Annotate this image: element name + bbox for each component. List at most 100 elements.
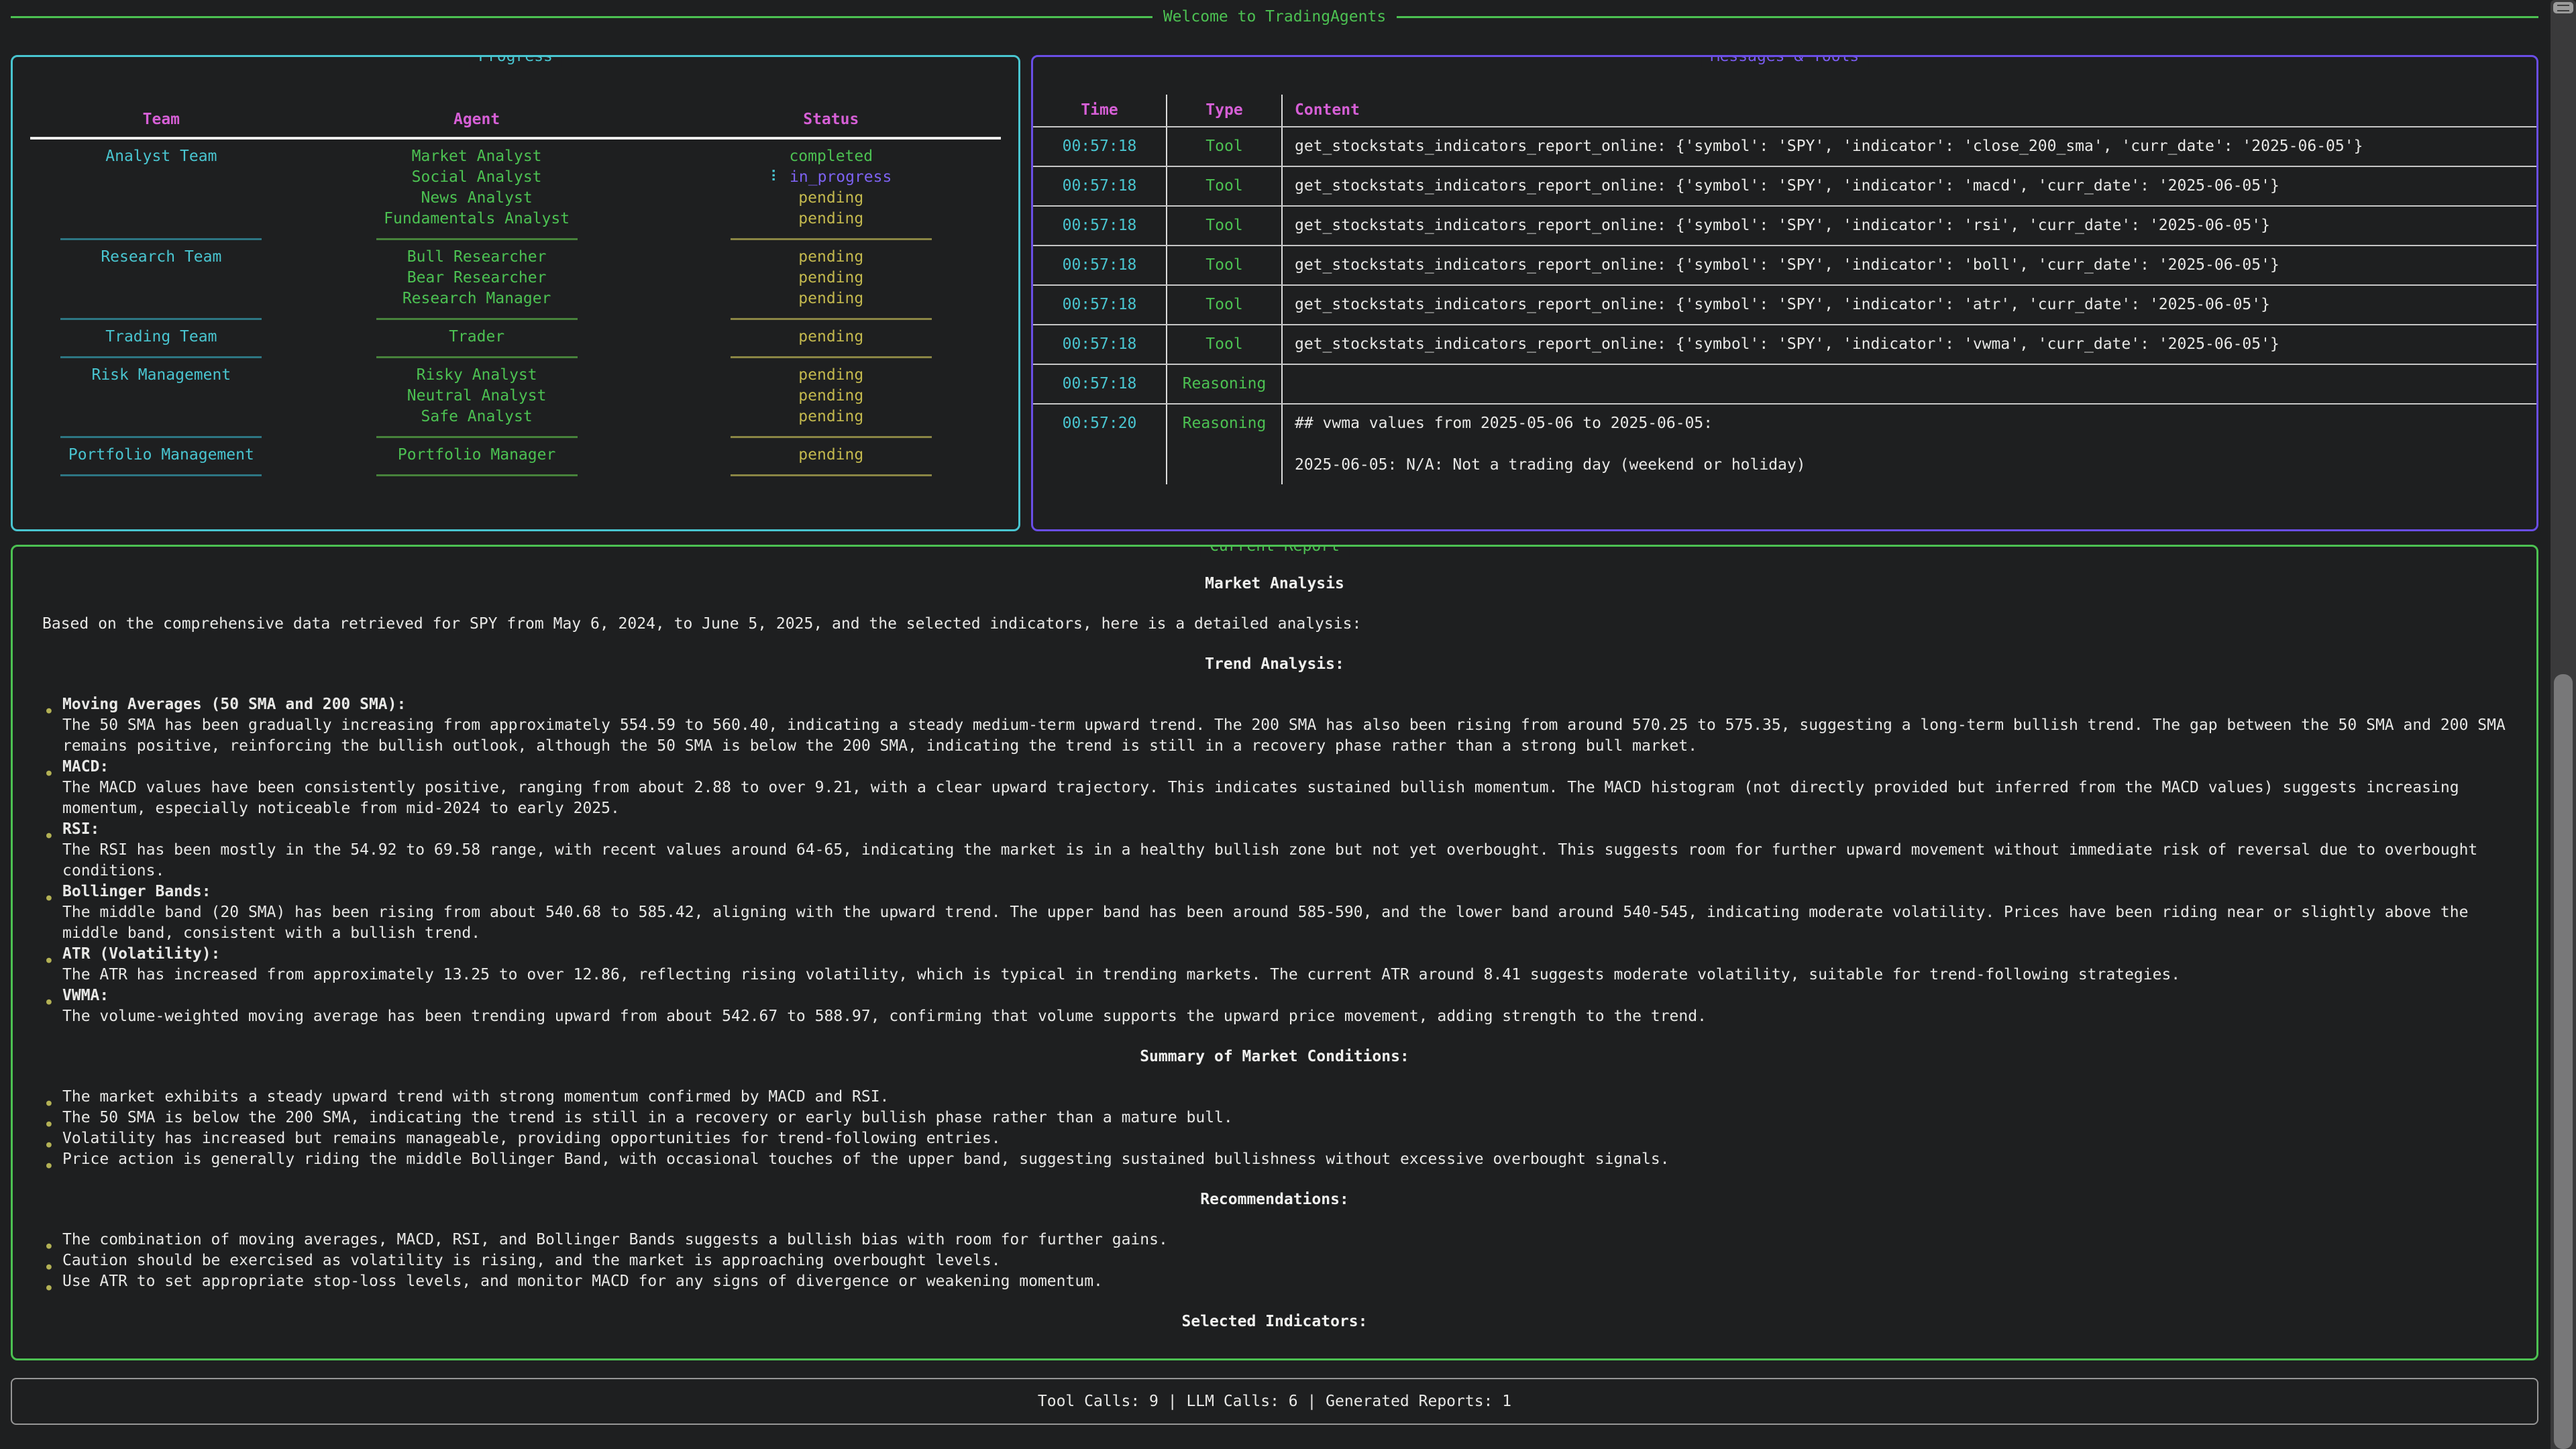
list-item: MACD: The MACD values have been consiste… [42, 757, 2507, 819]
report-heading-market-analysis: Market Analysis [42, 574, 2507, 594]
time-cell: 00:57:18 [1033, 207, 1167, 245]
progress-panel: Progress Team Agent Status Analyst Team … [11, 55, 1020, 531]
progress-row: Bear Researcher pending [30, 268, 1001, 288]
content-cell: get_stockstats_indicators_report_online:… [1283, 286, 2536, 324]
progress-section-trading-team: Trading Team Trader pending [30, 327, 1001, 347]
report-body: Market Analysis Based on the comprehensi… [13, 547, 2536, 1332]
time-cell: 00:57:20 [1033, 405, 1167, 484]
message-row: 00:57:18 Tool get_stockstats_indicators_… [1033, 324, 2536, 364]
bullet-text: The volume-weighted moving average has b… [62, 1006, 2507, 1027]
list-item: Use ATR to set appropriate stop-loss lev… [42, 1271, 2507, 1292]
agent-cell: Bear Researcher [292, 268, 661, 288]
status-cell: pending [661, 445, 1001, 466]
content-cell: get_stockstats_indicators_report_online:… [1283, 127, 2536, 166]
content-cell: ## vwma values from 2025-05-06 to 2025-0… [1283, 405, 2536, 484]
column-header-content: Content [1283, 95, 2536, 126]
progress-row: Safe Analyst pending [30, 407, 1001, 427]
terminal-screen: Welcome to TradingAgents Progress Team A… [0, 0, 2576, 1425]
list-item: The market exhibits a steady upward tren… [42, 1087, 2507, 1108]
progress-row: Research Manager pending [30, 288, 1001, 309]
report-intro: Based on the comprehensive data retrieve… [42, 614, 2507, 635]
current-report-panel: Current Report Market Analysis Based on … [11, 545, 2538, 1360]
bullet-text: The market exhibits a steady upward tren… [62, 1087, 2507, 1108]
status-cell: pending [661, 209, 1001, 229]
bullet-label: MACD: [62, 757, 2507, 777]
agent-cell: Portfolio Manager [292, 445, 661, 466]
messages-panel-title: Messages & Tools [1701, 55, 1869, 67]
bullet-text: The MACD values have been consistently p… [62, 777, 2507, 819]
progress-row: Risk Management Risky Analyst pending [30, 365, 1001, 386]
list-item: Price action is generally riding the mid… [42, 1149, 2507, 1170]
progress-table: Team Agent Status Analyst Team Market An… [13, 57, 1018, 476]
type-cell: Reasoning [1167, 365, 1283, 403]
agent-cell: Research Manager [292, 288, 661, 309]
team-cell: Portfolio Management [30, 445, 292, 466]
report-heading-recommendations: Recommendations: [42, 1189, 2507, 1210]
team-cell: Risk Management [30, 365, 292, 386]
status-cell: pending [661, 268, 1001, 288]
messages-table: Time Type Content 00:57:18 Tool get_stoc… [1033, 95, 2536, 484]
bullet-text: Volatility has increased but remains man… [62, 1128, 2507, 1149]
bullet-label: ATR (Volatility): [62, 944, 2507, 965]
time-cell: 00:57:18 [1033, 286, 1167, 324]
list-item: The combination of moving averages, MACD… [42, 1230, 2507, 1250]
progress-section-portfolio-management: Portfolio Management Portfolio Manager p… [30, 445, 1001, 466]
status-cell: pending [661, 247, 1001, 268]
progress-section-risk-management: Risk Management Risky Analyst pending Ne… [30, 365, 1001, 427]
type-cell: Tool [1167, 325, 1283, 364]
section-separator [30, 466, 1001, 476]
progress-section-research-team: Research Team Bull Researcher pending Be… [30, 247, 1001, 309]
progress-row: Analyst Team Market Analyst completed [30, 146, 1001, 167]
agent-cell: Fundamentals Analyst [292, 209, 661, 229]
message-row: 00:57:20 Reasoning ## vwma values from 2… [1033, 403, 2536, 484]
bullet-text: The middle band (20 SMA) has been rising… [62, 902, 2507, 944]
report-heading-selected-indicators: Selected Indicators: [42, 1311, 2507, 1332]
progress-row: Research Team Bull Researcher pending [30, 247, 1001, 268]
type-cell: Tool [1167, 246, 1283, 284]
section-separator [30, 309, 1001, 320]
type-cell: Tool [1167, 167, 1283, 205]
time-cell: 00:57:18 [1033, 365, 1167, 403]
progress-table-header: Team Agent Status [30, 109, 1001, 130]
bullet-text: Use ATR to set appropriate stop-loss lev… [62, 1271, 2507, 1292]
bullet-label: RSI: [62, 819, 2507, 840]
list-item: VWMA: The volume-weighted moving average… [42, 985, 2507, 1027]
progress-row: Fundamentals Analyst pending [30, 209, 1001, 229]
team-cell: Research Team [30, 247, 292, 268]
report-panel-title: Current Report [1200, 545, 1349, 557]
list-item: Bollinger Bands: The middle band (20 SMA… [42, 881, 2507, 944]
recommendations-bullet-list: The combination of moving averages, MACD… [42, 1230, 2507, 1292]
time-cell: 00:57:18 [1033, 127, 1167, 166]
status-cell: pending [661, 188, 1001, 209]
bullet-label: VWMA: [62, 985, 2507, 1006]
content-cell: get_stockstats_indicators_report_online:… [1283, 207, 2536, 245]
agent-cell: News Analyst [292, 188, 661, 209]
progress-panel-title: Progress [469, 55, 562, 67]
list-item: Volatility has increased but remains man… [42, 1128, 2507, 1149]
bullet-label: Moving Averages (50 SMA and 200 SMA): [62, 694, 2507, 715]
header-separator [30, 130, 1001, 140]
welcome-rule: Welcome to TradingAgents [11, 7, 2538, 27]
report-heading-trend-analysis: Trend Analysis: [42, 654, 2507, 675]
type-cell: Tool [1167, 207, 1283, 245]
scrollbar-menu-button[interactable] [2553, 2, 2573, 13]
status-cell: pending [661, 365, 1001, 386]
rule-line-right [1397, 16, 2538, 18]
scrollbar-thumb[interactable] [2554, 674, 2573, 1449]
column-header-time: Time [1033, 95, 1167, 126]
status-cell: pending [661, 386, 1001, 407]
agent-cell: Bull Researcher [292, 247, 661, 268]
summary-bullet-list: The market exhibits a steady upward tren… [42, 1087, 2507, 1170]
scrollbar-track[interactable] [2551, 0, 2576, 1449]
bullet-text: Caution should be exercised as volatilit… [62, 1250, 2507, 1271]
bullet-text: The RSI has been mostly in the 54.92 to … [62, 840, 2507, 881]
section-separator [30, 427, 1001, 438]
message-row: 00:57:18 Tool get_stockstats_indicators_… [1033, 126, 2536, 166]
content-line: 2025-06-05: N/A: Not a trading day (week… [1295, 455, 2524, 476]
column-header-team: Team [30, 109, 292, 130]
status-text: in_progress [790, 168, 892, 186]
agent-cell: Market Analyst [292, 146, 661, 167]
progress-row: Social Analyst ⠇in_progress [30, 167, 1001, 188]
content-cell [1283, 365, 2536, 403]
progress-row: News Analyst pending [30, 188, 1001, 209]
